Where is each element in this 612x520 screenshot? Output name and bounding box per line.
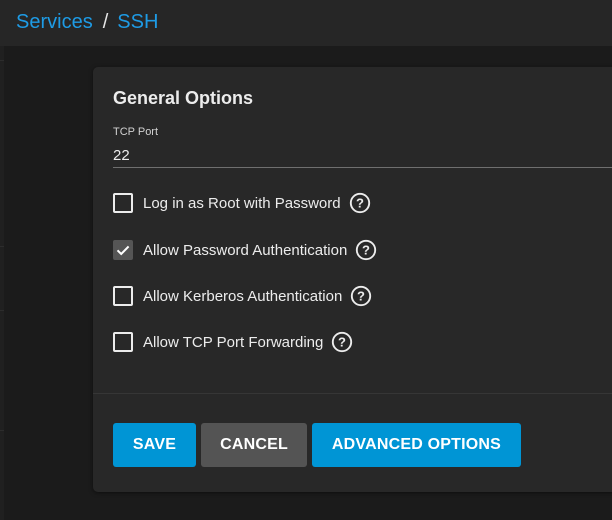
- checkbox-allow-password-auth[interactable]: [113, 240, 133, 260]
- option-login-root-password[interactable]: Log in as Root with Password ?: [113, 191, 371, 215]
- checkbox-allow-kerberos-auth[interactable]: [113, 286, 133, 306]
- tcp-port-label: TCP Port: [113, 126, 159, 138]
- svg-text:?: ?: [356, 196, 364, 211]
- card-title: General Options: [113, 88, 254, 108]
- option-allow-password-auth[interactable]: Allow Password Authentication ?: [113, 238, 377, 262]
- top-bar: Services / SSH: [0, 0, 612, 46]
- left-strip: [0, 46, 4, 520]
- checkbox-allow-tcp-forwarding[interactable]: [113, 332, 133, 352]
- option-label: Allow Kerberos Authentication: [143, 287, 343, 305]
- strip-tick: [0, 246, 4, 247]
- option-allow-tcp-forwarding[interactable]: Allow TCP Port Forwarding ?: [113, 330, 353, 354]
- card-divider: [93, 393, 612, 394]
- svg-text:?: ?: [357, 289, 365, 304]
- help-circle-icon[interactable]: ?: [331, 331, 353, 353]
- svg-text:?: ?: [338, 335, 346, 350]
- strip-tick: [0, 430, 4, 431]
- option-label: Log in as Root with Password: [143, 194, 341, 212]
- option-label: Allow TCP Port Forwarding: [143, 333, 324, 351]
- option-allow-kerberos-auth[interactable]: Allow Kerberos Authentication ?: [113, 284, 372, 308]
- svg-text:?: ?: [362, 243, 370, 258]
- breadcrumb-services[interactable]: Services: [16, 11, 93, 33]
- check-icon: [116, 245, 130, 256]
- cancel-button[interactable]: CANCEL: [201, 423, 307, 467]
- breadcrumb-separator: /: [102, 11, 109, 33]
- save-button[interactable]: SAVE: [113, 423, 196, 467]
- advanced-options-button[interactable]: ADVANCED OPTIONS: [312, 423, 521, 467]
- help-circle-icon[interactable]: ?: [355, 239, 377, 261]
- checkbox-login-root-password[interactable]: [113, 193, 133, 213]
- breadcrumb-ssh[interactable]: SSH: [117, 11, 158, 33]
- breadcrumb: Services / SSH: [16, 10, 158, 34]
- general-options-card: General Options TCP Port Log in as Root …: [93, 67, 612, 492]
- help-circle-icon[interactable]: ?: [350, 285, 372, 307]
- strip-tick: [0, 60, 4, 61]
- strip-tick: [0, 310, 4, 311]
- option-label: Allow Password Authentication: [143, 241, 348, 259]
- help-circle-icon[interactable]: ?: [349, 192, 371, 214]
- tcp-port-input[interactable]: [113, 143, 612, 168]
